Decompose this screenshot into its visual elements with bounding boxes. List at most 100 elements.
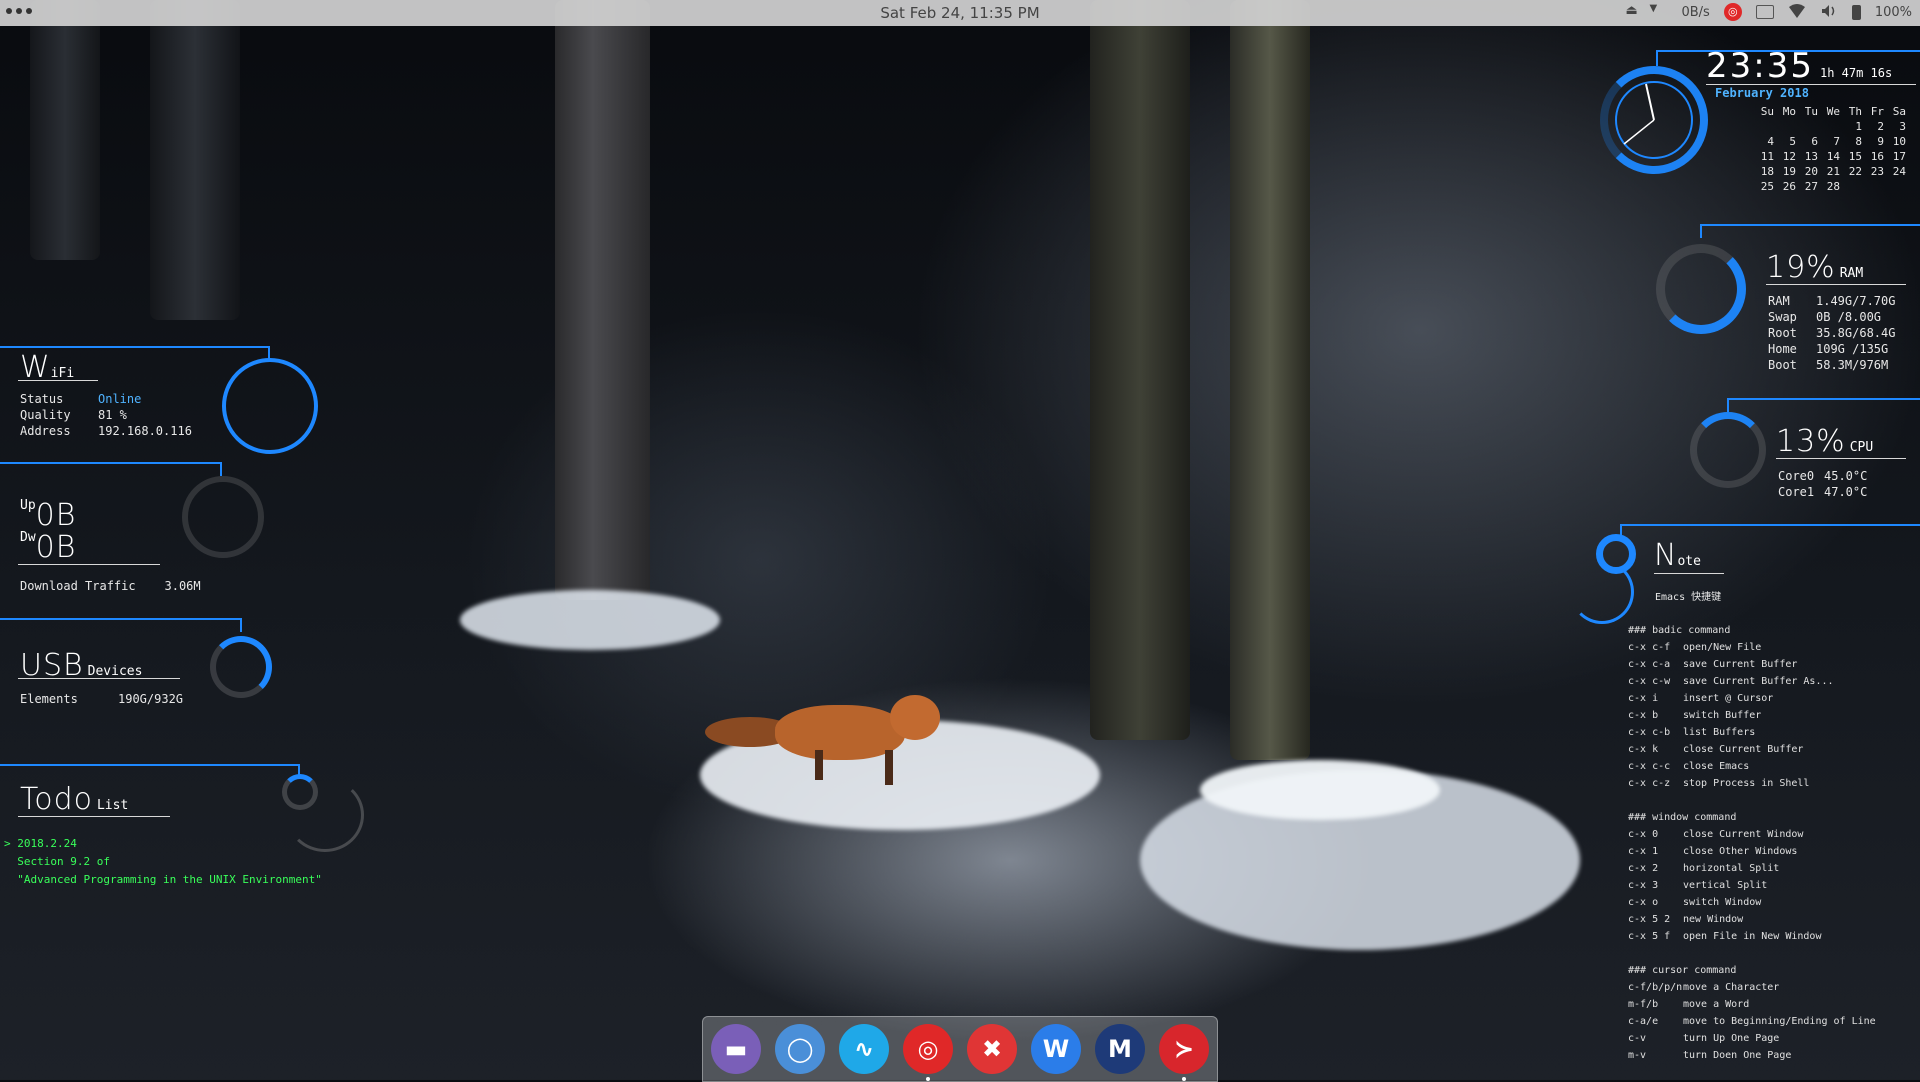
cpu-key: Core0 xyxy=(1778,469,1815,483)
calendar-day: 5 xyxy=(1789,135,1796,148)
netease-music-icon[interactable]: ◎ xyxy=(1723,3,1742,21)
dock-item[interactable]: M xyxy=(1095,1024,1145,1074)
files-icon[interactable]: ▬ xyxy=(725,1035,748,1063)
volume-icon[interactable] xyxy=(1820,3,1838,21)
dock-item[interactable]: ✖ xyxy=(967,1024,1017,1074)
ram-key: Swap xyxy=(1768,310,1797,324)
wifi-quality-ring xyxy=(222,358,318,454)
browser-icon[interactable]: ◯ xyxy=(787,1035,814,1063)
note-shortcut: c-x c-f xyxy=(1628,642,1671,653)
todo-title-big: Todo xyxy=(20,782,93,817)
dock-item[interactable]: ∿ xyxy=(839,1024,889,1074)
calendar-week: 25 26 27 28 xyxy=(1753,179,1907,194)
dock-item[interactable]: ◎ xyxy=(903,1024,953,1081)
calendar-day: 7 xyxy=(1833,135,1840,148)
net-speed-indicator[interactable]: 0B/s xyxy=(1681,5,1709,20)
analog-clock xyxy=(1600,66,1708,174)
eject-icon[interactable]: ⏏ xyxy=(1625,3,1643,21)
calendar-weekday: Mo xyxy=(1782,105,1796,118)
note-description: vertical Split xyxy=(1683,880,1768,891)
ram-key: Home xyxy=(1768,342,1797,356)
calendar-day: 1 xyxy=(1855,120,1862,133)
download-speed: Dw0B xyxy=(20,530,76,565)
note-shortcut: c-x 0 xyxy=(1628,829,1659,840)
cpu-title: 13% CPU xyxy=(1776,424,1873,459)
note-description: stop Process in Shell xyxy=(1683,778,1810,789)
note-section-header: ### window command xyxy=(1628,812,1737,823)
usb-divider xyxy=(240,618,242,632)
keyboard-icon[interactable] xyxy=(1755,5,1774,19)
note-underline xyxy=(1654,573,1724,574)
ram-divider xyxy=(1700,224,1920,226)
calendar-weekday: Th xyxy=(1848,105,1862,118)
note-shortcut: c-x 5 2 xyxy=(1628,914,1671,925)
wifi-value: 192.168.0.116 xyxy=(98,424,192,438)
snow-drift xyxy=(1200,760,1440,820)
xmind-icon[interactable]: ✖ xyxy=(982,1035,1002,1063)
mail-icon[interactable]: M xyxy=(1108,1035,1132,1063)
note-description: switch Buffer xyxy=(1683,710,1762,721)
terminal-icon[interactable]: ≻ xyxy=(1174,1035,1194,1063)
note-arc xyxy=(1570,560,1634,624)
calendar-weekday: Fr xyxy=(1870,105,1884,118)
clock-underline xyxy=(1706,84,1916,85)
note-row: c-x 3 vertical Split xyxy=(1628,877,1876,894)
calendar-day: 6 xyxy=(1811,135,1818,148)
calendar-day: 24 xyxy=(1892,165,1906,178)
note-content: ### badic command c-x c-f open/New File c-x… xyxy=(1628,622,1876,1064)
calendar-day xyxy=(1863,179,1885,194)
calendar-day: 14 xyxy=(1826,150,1840,163)
note-row: c-x b switch Buffer xyxy=(1628,707,1876,724)
todo-title-small: List xyxy=(96,798,129,813)
calendar-day xyxy=(1885,179,1907,194)
download-traffic-value: 3.06M xyxy=(164,579,201,593)
monitor-icon[interactable]: ∿ xyxy=(854,1035,874,1063)
calendar-day: 17 xyxy=(1892,150,1906,163)
snow-drift xyxy=(460,590,720,650)
todo-item: Section 9.2 of xyxy=(4,855,110,868)
battery-icon[interactable] xyxy=(1851,4,1861,20)
dock-item[interactable]: ◯ xyxy=(775,1024,825,1074)
ram-value: 1.49G/7.70G xyxy=(1816,294,1896,308)
uptime: 1h 47m 16s xyxy=(1819,66,1893,80)
clock-time: 23:35 xyxy=(1706,46,1814,86)
upload-label: Up xyxy=(20,498,36,513)
note-row: c-x 1 close Other Windows xyxy=(1628,843,1876,860)
dock-item[interactable]: ≻ xyxy=(1159,1024,1209,1081)
chevron-down-icon[interactable]: ▼ xyxy=(1649,3,1667,21)
usb-divider xyxy=(0,618,242,620)
ram-usage-ring xyxy=(1656,244,1746,334)
download-traffic: Download Traffic 3.06M xyxy=(20,578,201,594)
calendar-day xyxy=(1797,119,1819,134)
note-row: c-a/e move to Beginning/Ending of Line xyxy=(1628,1013,1876,1030)
note-divider xyxy=(1620,524,1920,526)
note-description: turn Doen One Page xyxy=(1683,1050,1792,1061)
running-indicator xyxy=(926,1077,930,1081)
ram-underline xyxy=(1766,284,1906,285)
dock-item[interactable]: W xyxy=(1031,1024,1081,1074)
note-row: c-x c-b list Buffers xyxy=(1628,724,1876,741)
note-description: move a Word xyxy=(1683,999,1750,1010)
note-row: c-x 2 horizontal Split xyxy=(1628,860,1876,877)
music-icon[interactable]: ◎ xyxy=(918,1035,939,1063)
dock: ▬ ◯ ∿ ◎ ✖ W M ≻ xyxy=(702,1016,1218,1082)
battery-percent[interactable]: 100% xyxy=(1875,5,1912,20)
note-description: switch Window xyxy=(1683,897,1762,908)
note-description: insert @ Cursor xyxy=(1683,693,1774,704)
ram-divider xyxy=(1700,224,1702,238)
todo-item: > 2018.2.24 xyxy=(4,837,77,850)
ram-label: RAM xyxy=(1839,266,1864,281)
wifi-icon[interactable] xyxy=(1788,3,1806,21)
cpu-row: Core0 45.0°C xyxy=(1778,468,1867,484)
note-shortcut: c-a/e xyxy=(1628,1016,1659,1027)
dock-item[interactable]: ▬ xyxy=(711,1024,761,1074)
todo-divider xyxy=(0,764,300,766)
note-shortcut: c-x 1 xyxy=(1628,846,1659,857)
calendar-weekday: Su xyxy=(1760,105,1774,118)
ram-title: 19% RAM xyxy=(1766,250,1863,285)
note-description: save Current Buffer As... xyxy=(1683,676,1834,687)
wps-writer-icon[interactable]: W xyxy=(1043,1035,1069,1063)
note-subtitle: Emacs 快捷键 xyxy=(1655,592,1722,603)
calendar-day: 26 xyxy=(1782,180,1796,193)
note-shortcut: c-x i xyxy=(1628,693,1659,704)
